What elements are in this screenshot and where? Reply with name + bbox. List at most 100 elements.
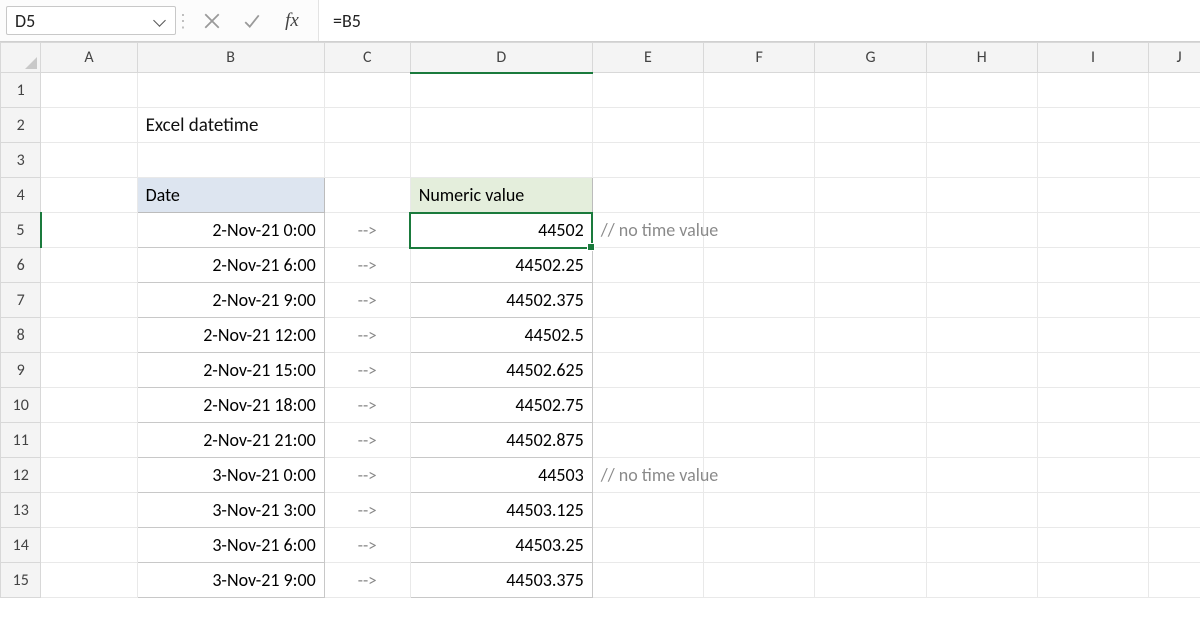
cell[interactable] [1149, 563, 1200, 598]
arrow-cell[interactable]: --> [324, 318, 410, 353]
cell[interactable] [1149, 493, 1200, 528]
cell[interactable] [704, 143, 815, 178]
numeric-cell[interactable]: 44503 [410, 458, 592, 493]
cell[interactable] [704, 108, 815, 143]
cell[interactable] [815, 563, 926, 598]
cancel-icon[interactable] [202, 11, 222, 31]
cell[interactable] [137, 143, 324, 178]
cell[interactable] [815, 213, 926, 248]
page-title[interactable]: Excel datetime [137, 108, 324, 143]
date-cell[interactable]: 3-Nov-21 3:00 [137, 493, 324, 528]
cell[interactable] [1037, 493, 1148, 528]
cell[interactable] [41, 318, 137, 353]
spreadsheet-grid[interactable]: A B C D E F G H I J 12Excel datetime34Da… [0, 42, 1200, 598]
cell[interactable] [704, 178, 815, 213]
date-cell[interactable]: 2-Nov-21 18:00 [137, 388, 324, 423]
cell[interactable] [592, 143, 703, 178]
cell[interactable] [1037, 528, 1148, 563]
cell[interactable] [926, 353, 1037, 388]
cell[interactable] [1037, 353, 1148, 388]
cell[interactable] [41, 423, 137, 458]
row-header[interactable]: 3 [1, 143, 41, 178]
row-header[interactable]: 4 [1, 178, 41, 213]
cell[interactable] [1037, 248, 1148, 283]
cell[interactable] [815, 458, 926, 493]
cell[interactable] [1037, 108, 1148, 143]
cell[interactable] [592, 353, 703, 388]
chevron-down-icon[interactable] [153, 14, 167, 28]
cell[interactable] [1149, 143, 1200, 178]
cell[interactable] [1149, 353, 1200, 388]
cell[interactable] [926, 108, 1037, 143]
arrow-cell[interactable]: --> [324, 213, 410, 248]
cell[interactable] [926, 283, 1037, 318]
date-cell[interactable]: 2-Nov-21 21:00 [137, 423, 324, 458]
cell[interactable] [1149, 108, 1200, 143]
cell[interactable] [41, 563, 137, 598]
row-header[interactable]: 9 [1, 353, 41, 388]
cell[interactable] [41, 458, 137, 493]
column-header[interactable]: I [1037, 43, 1148, 73]
cell[interactable] [592, 318, 703, 353]
cell[interactable] [1149, 318, 1200, 353]
numeric-cell[interactable]: 44503.125 [410, 493, 592, 528]
cell[interactable] [592, 178, 703, 213]
row-header[interactable]: 12 [1, 458, 41, 493]
enter-icon[interactable] [242, 11, 262, 31]
cell[interactable] [410, 143, 592, 178]
cell[interactable] [324, 178, 410, 213]
cell[interactable] [41, 353, 137, 388]
cell[interactable] [1149, 213, 1200, 248]
numeric-cell[interactable]: 44502.375 [410, 283, 592, 318]
cell[interactable] [1149, 178, 1200, 213]
numeric-cell[interactable]: 44502.625 [410, 353, 592, 388]
cell[interactable] [1149, 423, 1200, 458]
cell[interactable] [324, 143, 410, 178]
row-header[interactable]: 10 [1, 388, 41, 423]
cell[interactable] [41, 143, 137, 178]
cell[interactable] [592, 283, 703, 318]
cell[interactable] [1037, 213, 1148, 248]
cell[interactable] [815, 283, 926, 318]
date-cell[interactable]: 2-Nov-21 15:00 [137, 353, 324, 388]
row-header[interactable]: 11 [1, 423, 41, 458]
cell[interactable] [41, 213, 137, 248]
cell[interactable] [592, 423, 703, 458]
cell[interactable] [1037, 423, 1148, 458]
cell[interactable] [815, 493, 926, 528]
cell[interactable] [926, 493, 1037, 528]
cell[interactable] [926, 563, 1037, 598]
cell[interactable] [592, 108, 703, 143]
cell[interactable] [704, 283, 815, 318]
fx-icon[interactable]: fx [282, 11, 302, 31]
cell[interactable] [324, 73, 410, 108]
cell[interactable] [1037, 143, 1148, 178]
column-header[interactable]: H [926, 43, 1037, 73]
comment-cell[interactable]: // no time value [592, 458, 703, 493]
numeric-cell[interactable]: 44503.375 [410, 563, 592, 598]
arrow-cell[interactable]: --> [324, 563, 410, 598]
arrow-cell[interactable]: --> [324, 353, 410, 388]
cell[interactable] [1037, 318, 1148, 353]
arrow-cell[interactable]: --> [324, 388, 410, 423]
column-header[interactable]: D [410, 43, 592, 73]
cell[interactable] [815, 248, 926, 283]
select-all-corner[interactable] [1, 43, 41, 73]
cell[interactable] [1149, 458, 1200, 493]
numeric-cell[interactable]: 44502.75 [410, 388, 592, 423]
cell[interactable] [592, 563, 703, 598]
date-cell[interactable]: 3-Nov-21 9:00 [137, 563, 324, 598]
row-header[interactable]: 8 [1, 318, 41, 353]
cell[interactable] [815, 73, 926, 108]
cell[interactable] [926, 248, 1037, 283]
cell[interactable] [592, 73, 703, 108]
arrow-cell[interactable]: --> [324, 493, 410, 528]
numeric-cell[interactable]: 44502 [410, 213, 592, 248]
cell[interactable] [41, 178, 137, 213]
cell[interactable] [815, 318, 926, 353]
arrow-cell[interactable]: --> [324, 248, 410, 283]
cell[interactable] [815, 423, 926, 458]
cell[interactable] [1037, 178, 1148, 213]
cell[interactable] [815, 528, 926, 563]
cell[interactable] [410, 108, 592, 143]
